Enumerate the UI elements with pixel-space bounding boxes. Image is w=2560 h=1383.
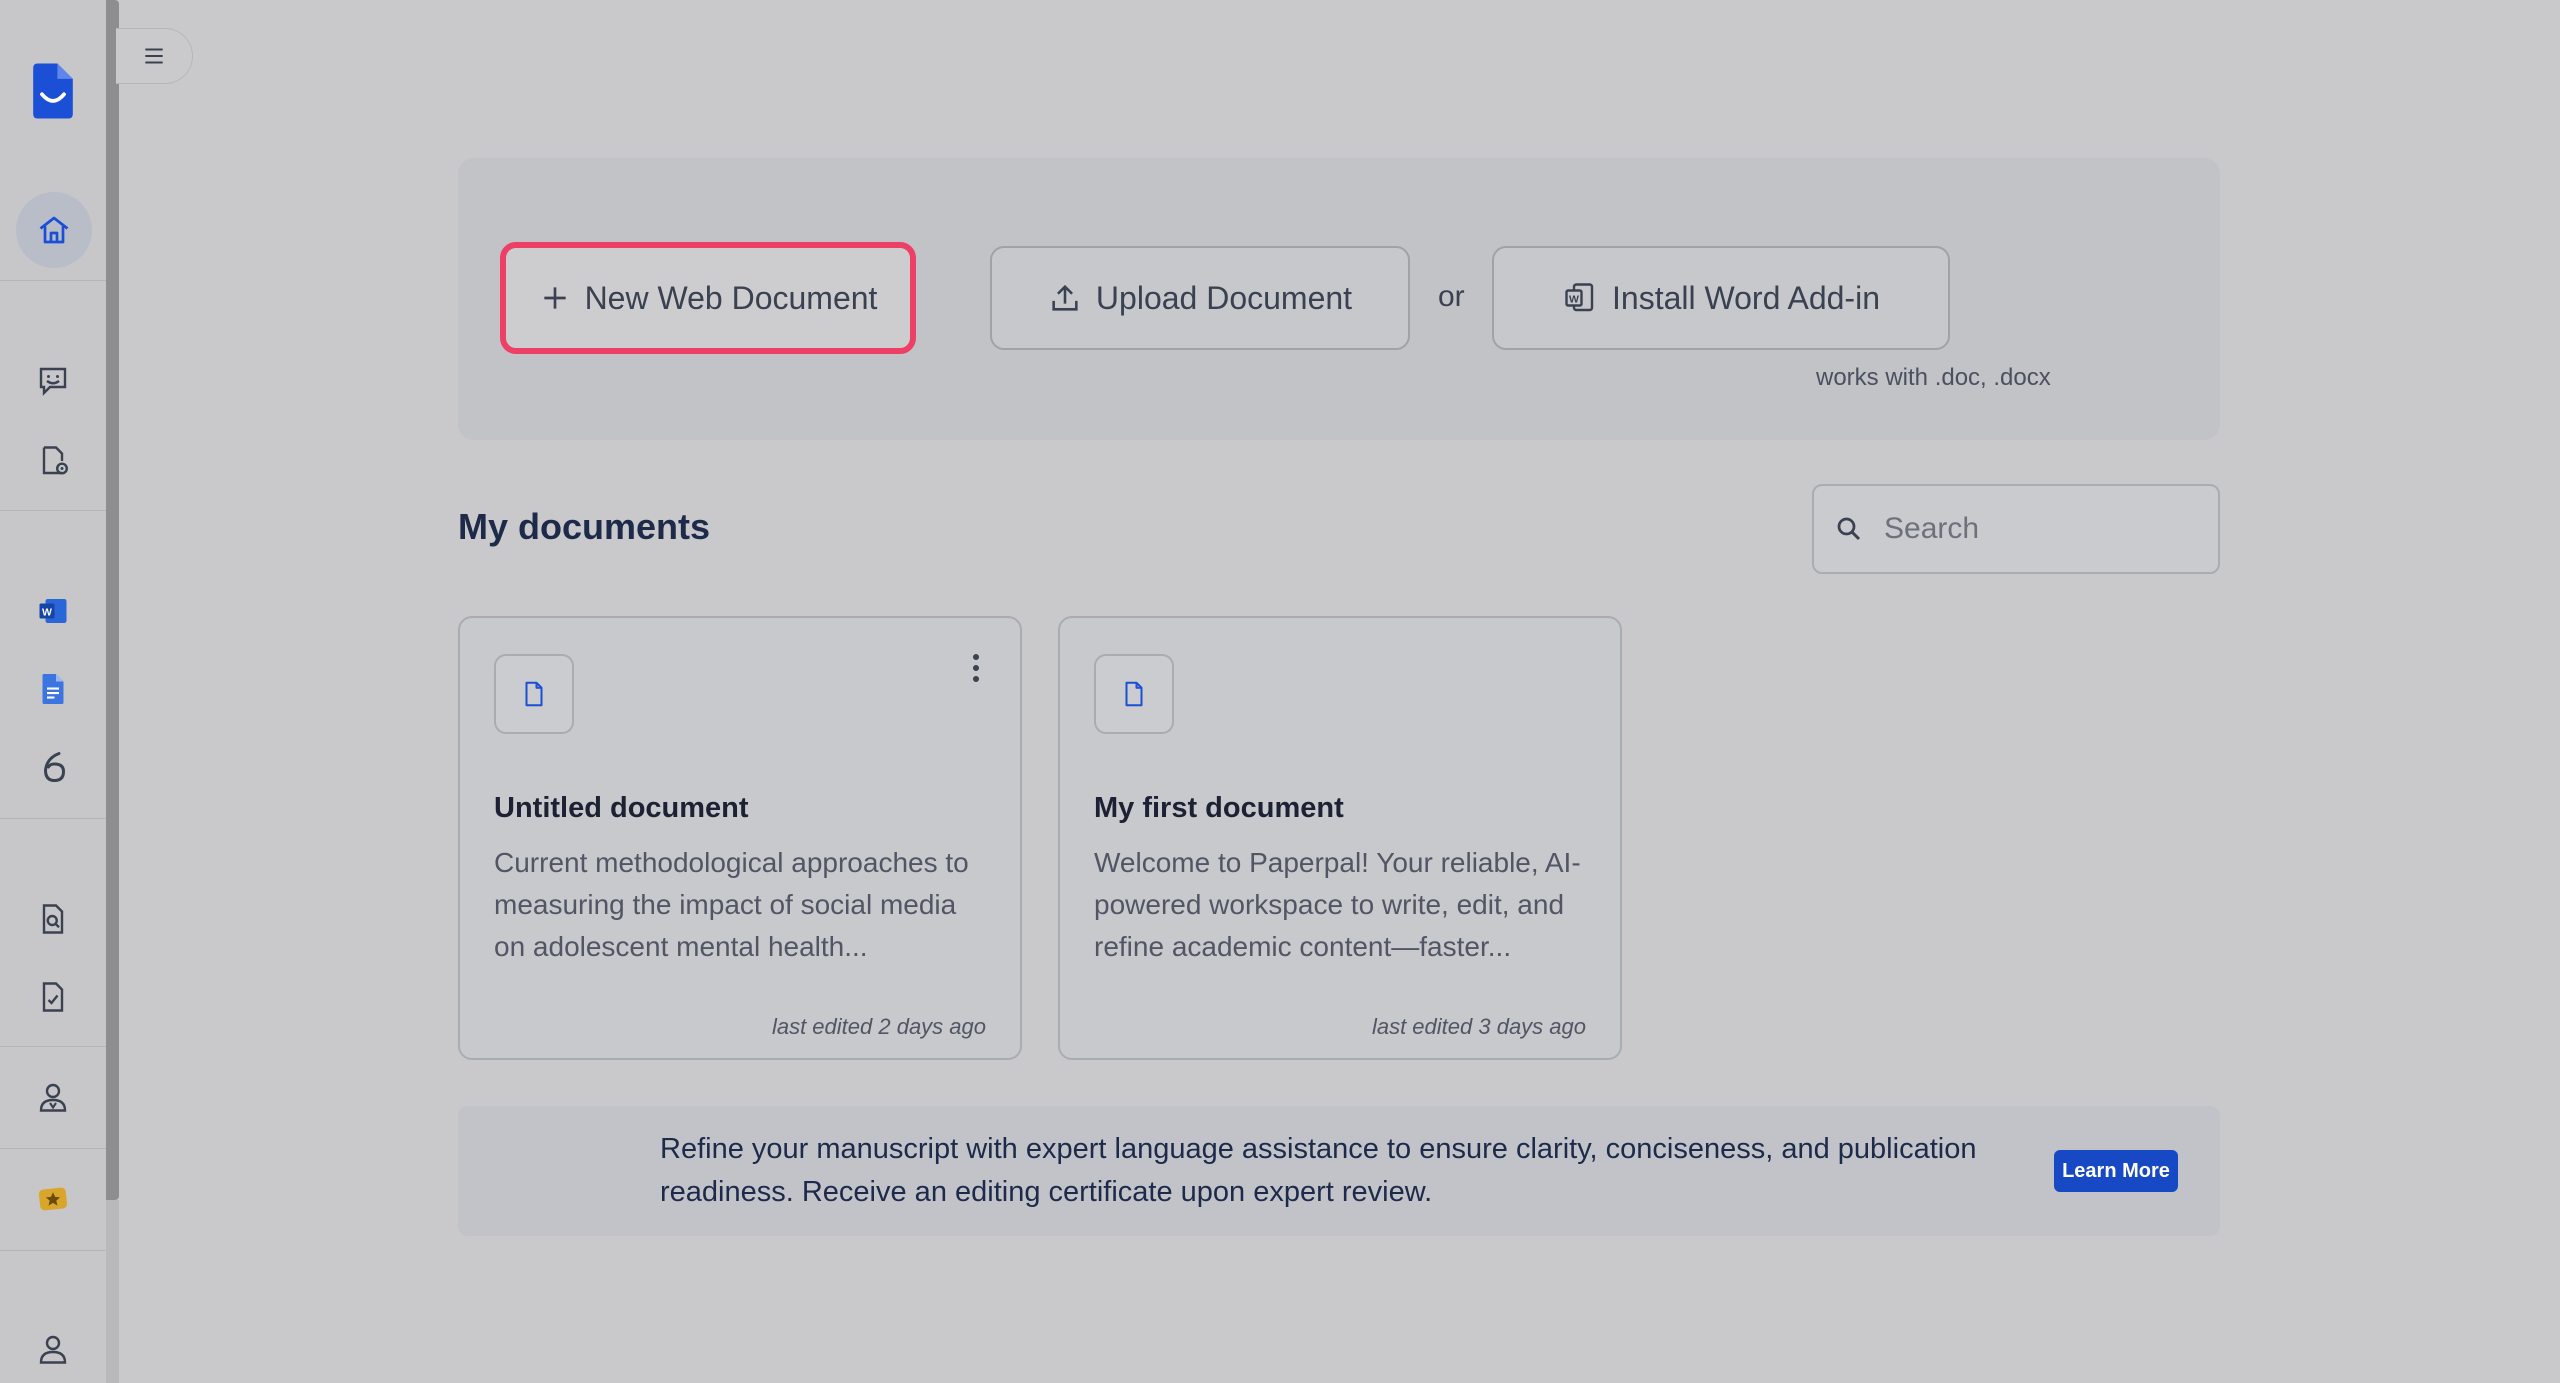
expert-editing-banner: Refine your manuscript with expert langu… [458,1106,2220,1236]
new-web-document-label: New Web Document [584,279,878,316]
install-word-addin-label: Install Word Add-in [1612,279,1880,316]
user-profile-icon[interactable] [20,1316,86,1382]
svg-text:W: W [1569,294,1579,306]
sidebar-scrollbar[interactable] [106,0,119,1200]
create-actions-panel: New Web Document Upload Document or W In… [458,158,2220,440]
document-title: Untitled document [494,792,749,824]
search-input[interactable] [1882,511,2186,547]
document-thumbnail [1094,654,1174,734]
svg-text:W: W [42,607,52,619]
document-excerpt: Current methodological approaches to mea… [494,847,969,962]
document-icon [525,681,543,707]
word-icon[interactable]: W [20,578,86,644]
document-search-box[interactable] [1812,484,2220,574]
install-word-addin-button[interactable]: W Install Word Add-in [1492,246,1950,350]
document-title: My first document [1094,792,1344,824]
document-card[interactable]: Untitled document Current methodological… [458,616,1022,1060]
new-web-document-button[interactable]: New Web Document [500,242,916,354]
learn-more-button[interactable]: Learn More [2054,1150,2178,1192]
premium-star-icon[interactable] [20,1166,86,1232]
more-options-icon[interactable] [966,654,986,684]
document-last-edited: last edited 3 days ago [1371,1014,1586,1039]
plus-icon [543,287,566,309]
sidebar-scrollbar-track [106,1200,119,1383]
word-addin-icon: W [1565,283,1594,312]
upload-document-label: Upload Document [1095,279,1353,316]
home-icon[interactable] [16,192,92,268]
document-card[interactable]: My first document Welcome to Paperpal! Y… [1058,616,1622,1060]
file-format-note: works with .doc, .docx [1816,364,2051,391]
or-separator: or [1438,280,1465,313]
menu-toggle-button[interactable] [116,28,193,84]
document-search-icon[interactable] [20,886,86,952]
upload-icon [1052,284,1078,311]
overleaf-icon[interactable] [20,734,86,800]
document-last-edited: last edited 2 days ago [771,1014,986,1039]
document-excerpt: Welcome to Paperpal! Your reliable, AI-p… [1094,847,1581,962]
document-check-icon[interactable] [20,964,86,1030]
sidebar: W [0,0,107,1383]
search-icon [1837,517,1861,541]
upload-document-button[interactable]: Upload Document [990,246,1410,350]
chat-feedback-icon[interactable] [20,348,86,414]
hamburger-icon [145,48,163,64]
document-thumbnail [494,654,574,734]
logo-icon[interactable] [20,58,86,124]
document-icon [1125,681,1143,707]
banner-text: Refine your manuscript with expert langu… [660,1133,1977,1208]
document-settings-icon[interactable] [20,428,86,494]
expert-user-icon[interactable] [20,1064,86,1130]
google-docs-icon[interactable] [20,656,86,722]
my-documents-heading: My documents [458,506,711,547]
